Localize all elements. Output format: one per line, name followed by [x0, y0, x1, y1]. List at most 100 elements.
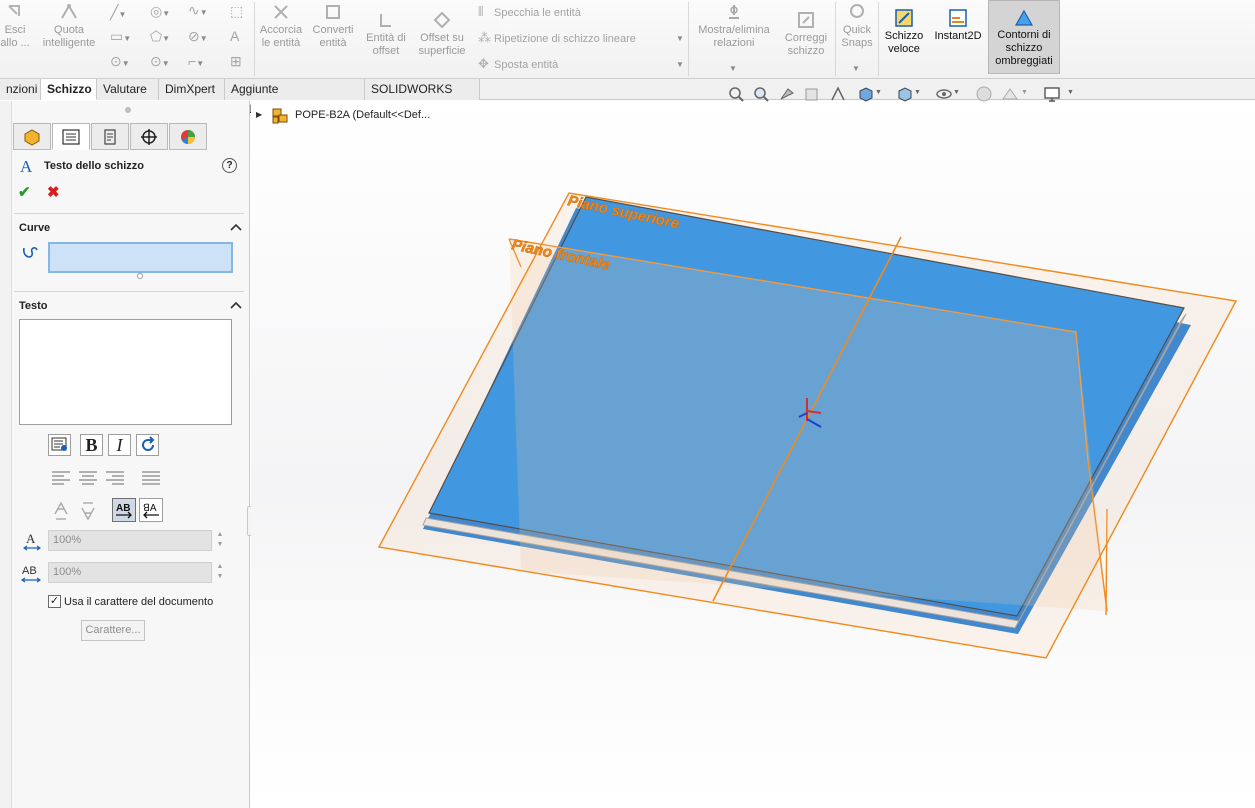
display-style-dropdown[interactable]: ▼ [914, 89, 921, 96]
property-manager-panel: A Testo dello schizzo ? ✔ ✖ Curve Testo … [0, 101, 250, 808]
display-delete-relations-button[interactable]: Mostra/elimina relazioni [692, 2, 776, 50]
ellipse-tool-icon[interactable]: ⊘▼ [188, 28, 208, 45]
tab-aggiunte-solidworks[interactable]: Aggiunte SOLIDWORKS [225, 79, 365, 116]
hide-show-dropdown[interactable]: ▼ [953, 89, 960, 96]
use-document-font-checkbox[interactable]: ✓ [48, 595, 61, 608]
exit-sketch-button[interactable]: Esci allo ... [0, 2, 34, 50]
arc-tool-icon[interactable]: ⊙▼ [150, 53, 170, 70]
smart-dimension-icon [61, 4, 77, 19]
tab-valutare[interactable]: Valutare [97, 79, 159, 100]
rotate-button[interactable] [136, 434, 159, 456]
feature-manager-icon [24, 128, 40, 146]
help-icon[interactable]: ? [222, 158, 237, 173]
repair-sketch-icon [798, 12, 814, 28]
instant2d-button[interactable]: Instant2D [930, 8, 986, 43]
grid-tool-icon[interactable]: ⊞ [230, 53, 242, 70]
tab-configuration-manager[interactable] [91, 123, 129, 150]
text-input-area[interactable] [19, 319, 232, 425]
line-tool-icon[interactable]: ╱▼ [110, 4, 126, 21]
configuration-manager-icon [104, 128, 116, 145]
top-plane-outline[interactable] [377, 192, 1238, 659]
tab-solidworks-mbd[interactable]: SOLIDWORKS MBD [365, 79, 480, 116]
view-settings-dropdown[interactable]: ▼ [1067, 89, 1074, 96]
fillet-tool-icon[interactable]: ⌐▼ [188, 53, 204, 69]
flip-upside-icon[interactable] [77, 500, 99, 522]
svg-text:ꓭA: ꓭA [143, 503, 157, 514]
flip-horizontal-button[interactable]: AB [112, 498, 136, 522]
relations-dropdown[interactable]: ▼ [729, 58, 737, 74]
cancel-x-icon[interactable]: ✖ [47, 183, 60, 201]
linear-pattern-button[interactable]: ⁂ Ripetizione di schizzo lineare [478, 30, 636, 46]
use-document-font-label: Usa il carattere del documento [64, 596, 214, 608]
divider [14, 213, 244, 214]
linear-pattern-dropdown[interactable]: ▼ [676, 28, 684, 44]
width-factor-icon: A [23, 531, 41, 551]
tab-display-manager[interactable] [169, 123, 207, 150]
tab-funzioni[interactable]: nzioni [0, 79, 41, 100]
collapse-text-icon[interactable] [230, 301, 242, 309]
rapid-sketch-button[interactable]: Schizzo veloce [881, 8, 927, 56]
font-button[interactable]: Carattere... [81, 620, 145, 641]
smart-dimension-button[interactable]: Quota intelligente [38, 2, 100, 50]
tab-dimxpert-manager[interactable] [130, 123, 168, 150]
curve-section-header[interactable]: Curve [19, 222, 50, 234]
tab-schizzo[interactable]: Schizzo [41, 79, 97, 100]
convert-icon [326, 5, 340, 19]
curve-selection-box[interactable] [48, 242, 233, 273]
quick-snaps-dropdown[interactable]: ▼ [852, 58, 860, 74]
tab-feature-manager[interactable] [13, 123, 51, 150]
move-icon: ✥ [478, 56, 489, 71]
repair-sketch-button[interactable]: Correggi schizzo [780, 10, 832, 58]
graphics-viewport[interactable]: ▼ ▼ ▼ ▼ ▼ ▶ POPE-B2A (Default<<Def... Pi… [251, 86, 1255, 808]
linear-pattern-icon: ⁂ [478, 30, 491, 45]
slot-tool-icon[interactable]: ⬠▼ [150, 28, 170, 45]
rotate-icon [141, 436, 154, 451]
convert-entities-button[interactable]: Converti entità [310, 2, 356, 50]
align-center-icon[interactable] [77, 469, 99, 487]
rectangle-tool-icon[interactable]: ▭▼ [110, 28, 131, 45]
align-left-icon[interactable] [50, 469, 72, 487]
tab-property-manager[interactable] [52, 123, 90, 150]
linear-pattern-label: Ripetizione di schizzo lineare [494, 33, 636, 45]
collapse-curve-icon[interactable] [230, 223, 242, 231]
polygon-tool-icon[interactable]: ⊙▼ [110, 53, 130, 70]
tab-dimxpert[interactable]: DimXpert [159, 79, 225, 100]
quick-snaps-button[interactable]: Quick Snaps [838, 2, 876, 50]
spacing-icon: AB [21, 565, 41, 583]
ribbon-separator [688, 2, 689, 76]
spline-tool-icon[interactable]: ∿▼ [188, 2, 208, 19]
crosshair-icon [141, 128, 157, 145]
flip-backwards-button[interactable]: ꓭA [139, 498, 163, 522]
offset-on-surface-label: Offset su superficie [418, 32, 466, 57]
ok-check-icon[interactable]: ✔ [18, 183, 31, 201]
shaded-contours-label: Contorni di schizzo ombreggiati [995, 29, 1053, 67]
width-factor-spinner[interactable]: ▲ ▼ [214, 530, 226, 551]
move-entities-button[interactable]: ✥ Sposta entità [478, 56, 558, 72]
link-property-button[interactable] [48, 434, 71, 456]
flip-vertical-icon[interactable] [50, 500, 72, 522]
offset-entities-button[interactable]: Entità di offset [362, 10, 410, 58]
circle-tool-icon[interactable]: ◎▼ [150, 3, 170, 20]
model-canvas[interactable]: Piano superiore Piano frontale [251, 101, 1255, 808]
spacing-field[interactable]: 100% [48, 562, 212, 583]
selection-box-resize-handle[interactable] [137, 273, 143, 279]
view-orientation-dropdown[interactable]: ▼ [875, 89, 882, 96]
text-tool-icon[interactable]: A [230, 28, 239, 44]
align-right-icon[interactable] [104, 469, 126, 487]
shaded-sketch-contours-button[interactable]: Contorni di schizzo ombreggiati [988, 0, 1060, 74]
justify-icon[interactable] [140, 469, 162, 487]
smart-dimension-label: Quota intelligente [42, 24, 96, 49]
text-section-header[interactable]: Testo [19, 300, 48, 312]
offset-on-surface-button[interactable]: Offset su superficie [414, 10, 470, 58]
mirror-entities-button[interactable]: ⫴ Specchia le entità [478, 4, 581, 20]
apply-scene-dropdown[interactable]: ▼ [1021, 89, 1028, 96]
point-tool-icon[interactable]: ⬚ [230, 3, 243, 20]
trim-entities-button[interactable]: Accorcia le entità [258, 2, 304, 50]
italic-button[interactable]: I [108, 434, 131, 456]
panel-splitter-handle[interactable] [125, 107, 131, 113]
width-factor-field[interactable]: 100% [48, 530, 212, 551]
move-entities-dropdown[interactable]: ▼ [676, 54, 684, 70]
shaded-contours-icon [1014, 9, 1034, 26]
bold-button[interactable]: B [80, 434, 103, 456]
spacing-spinner[interactable]: ▲ ▼ [214, 562, 226, 583]
